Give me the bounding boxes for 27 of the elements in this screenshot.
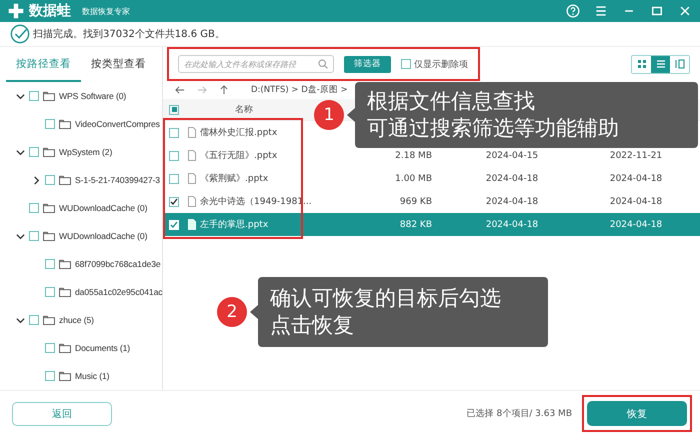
app-subtitle: 数据恢复专家 bbox=[82, 6, 130, 16]
date-cell-text: 2022-11-21 bbox=[608, 150, 664, 160]
tooltip-text: 确认可恢复的目标后勾选 bbox=[270, 285, 502, 312]
tooltip-text: 根据文件信息查找 bbox=[367, 88, 536, 115]
file-name: 《紫荆赋》.pptx bbox=[200, 172, 268, 185]
date-cell-text: 2024-04-18 bbox=[608, 174, 664, 184]
checkbox-label: 仅显示删除项 bbox=[414, 58, 468, 70]
breadcrumb-path: D:(NTFS) > D盘-原图 > bbox=[251, 84, 348, 96]
step-badge: 2 bbox=[217, 297, 247, 327]
status-message: 扫描完成。找到37032个文件共18.6 GB。 bbox=[33, 28, 225, 41]
tooltip-text: 可通过搜索筛选等功能辅助 bbox=[367, 115, 620, 142]
date-cell-text: 2024-04-18 bbox=[608, 196, 664, 206]
app-name: 数据蛙 bbox=[29, 2, 71, 20]
date-cell-text: 2024-04-15 bbox=[484, 150, 540, 160]
column-header: 名称 bbox=[234, 104, 254, 116]
date-cell-text: 2024-04-18 bbox=[484, 196, 540, 206]
file-size: 882 KB bbox=[398, 220, 433, 230]
file-name: 儒林外史汇报.pptx bbox=[200, 126, 278, 139]
file-size: 1.00 MB bbox=[394, 174, 433, 184]
date-cell-text: 2024-04-18 bbox=[484, 220, 540, 230]
date-cell-text: 2024-04-18 bbox=[608, 220, 664, 230]
tooltip-text: 点击恢复 bbox=[270, 312, 355, 339]
selection-summary: 已选择 8个项目/ 3.63 MB bbox=[466, 408, 572, 420]
date-cell-text: 2024-04-18 bbox=[484, 174, 540, 184]
file-name: 《五行无阻》.pptx bbox=[200, 150, 278, 162]
file-size: 2.18 MB bbox=[394, 150, 433, 160]
file-name: 左手的掌思.pptx bbox=[200, 218, 268, 231]
